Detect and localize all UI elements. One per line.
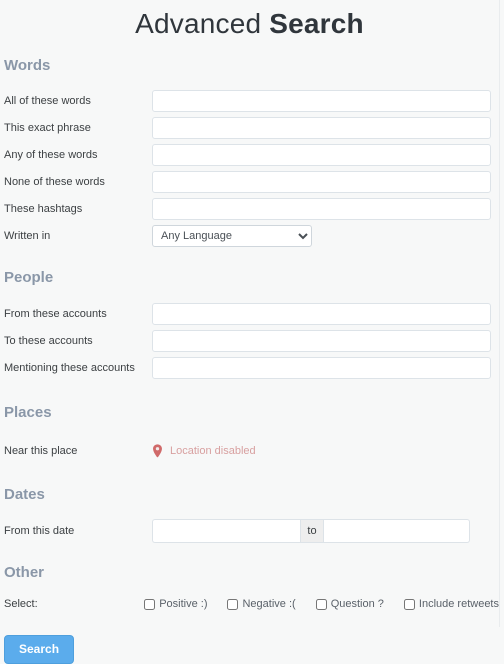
- date-range-group: to: [152, 519, 470, 543]
- other-checkbox-group: Positive :) Negative :( Question ? Inclu…: [144, 597, 499, 611]
- label-none-of-these-words: None of these words: [4, 175, 105, 188]
- row-any-of-these-words: Any of these words: [0, 141, 499, 168]
- checkbox-negative-input[interactable]: [227, 598, 239, 610]
- checkbox-include-retweets-input[interactable]: [403, 598, 415, 610]
- location-status-text: Location disabled: [170, 445, 256, 457]
- label-written-in: Written in: [4, 230, 51, 242]
- section-heading-dates: Dates: [4, 486, 45, 503]
- search-button[interactable]: Search: [4, 635, 75, 664]
- input-date-to[interactable]: [324, 519, 470, 543]
- row-all-of-these-words: All of these words: [0, 87, 499, 114]
- checkbox-positive-input[interactable]: [144, 598, 156, 610]
- checkbox-include-retweets-label: Include retweets: [418, 598, 499, 610]
- row-near-this-place: Near this place Location disabled: [0, 436, 499, 466]
- label-to-these-accounts: To these accounts: [4, 334, 93, 347]
- row-from-these-accounts: From these accounts: [0, 300, 499, 327]
- label-from-these-accounts: From these accounts: [4, 307, 107, 320]
- input-this-exact-phrase[interactable]: [152, 116, 491, 139]
- input-none-of-these-words[interactable]: [152, 170, 491, 193]
- row-to-these-accounts: To these accounts: [0, 327, 499, 354]
- checkbox-negative-label: Negative :(: [242, 598, 296, 610]
- checkbox-negative[interactable]: Negative :(: [227, 597, 296, 611]
- label-all-of-these-words: All of these words: [4, 94, 91, 107]
- page-title-strong: Search: [269, 8, 364, 39]
- page-title: Advanced Search: [0, 0, 499, 44]
- input-all-of-these-words[interactable]: [152, 89, 491, 112]
- label-this-exact-phrase: This exact phrase: [4, 121, 91, 134]
- label-select: Select:: [4, 598, 38, 610]
- row-other-select: Select: Positive :) Negative :( Question…: [0, 593, 499, 615]
- date-range-separator: to: [300, 519, 324, 543]
- label-any-of-these-words: Any of these words: [4, 148, 98, 161]
- row-mentioning-these-accounts: Mentioning these accounts: [0, 354, 499, 381]
- row-these-hashtags: These hashtags: [0, 195, 499, 222]
- checkbox-positive[interactable]: Positive :): [144, 597, 207, 611]
- input-to-these-accounts[interactable]: [152, 329, 491, 352]
- input-these-hashtags[interactable]: [152, 197, 491, 220]
- checkbox-question[interactable]: Question ?: [315, 597, 384, 611]
- label-near-this-place: Near this place: [4, 445, 78, 457]
- advanced-search-page: Advanced Search Words All of these words…: [0, 0, 500, 664]
- row-none-of-these-words: None of these words: [0, 168, 499, 195]
- input-mentioning-these-accounts[interactable]: [152, 356, 491, 379]
- map-pin-icon: [152, 444, 163, 458]
- label-mentioning-these-accounts: Mentioning these accounts: [4, 361, 135, 374]
- location-status: Location disabled: [152, 444, 256, 458]
- row-this-exact-phrase: This exact phrase: [0, 114, 499, 141]
- label-these-hashtags: These hashtags: [4, 202, 83, 215]
- row-from-this-date: From this date to: [0, 518, 499, 544]
- checkbox-question-label: Question ?: [330, 598, 384, 610]
- checkbox-include-retweets[interactable]: Include retweets: [403, 597, 499, 611]
- section-heading-people: People: [4, 269, 54, 286]
- section-heading-places: Places: [4, 404, 52, 421]
- input-from-these-accounts[interactable]: [152, 302, 491, 325]
- row-written-in: Written in Any Language: [0, 222, 499, 250]
- checkbox-question-input[interactable]: [315, 598, 327, 610]
- label-from-this-date: From this date: [4, 525, 75, 537]
- section-heading-other: Other: [4, 564, 45, 581]
- input-any-of-these-words[interactable]: [152, 143, 491, 166]
- input-date-from[interactable]: [152, 519, 300, 543]
- checkbox-positive-label: Positive :): [159, 598, 208, 610]
- section-heading-words: Words: [4, 57, 51, 74]
- page-title-light: Advanced: [135, 8, 270, 39]
- select-language[interactable]: Any Language: [152, 225, 312, 247]
